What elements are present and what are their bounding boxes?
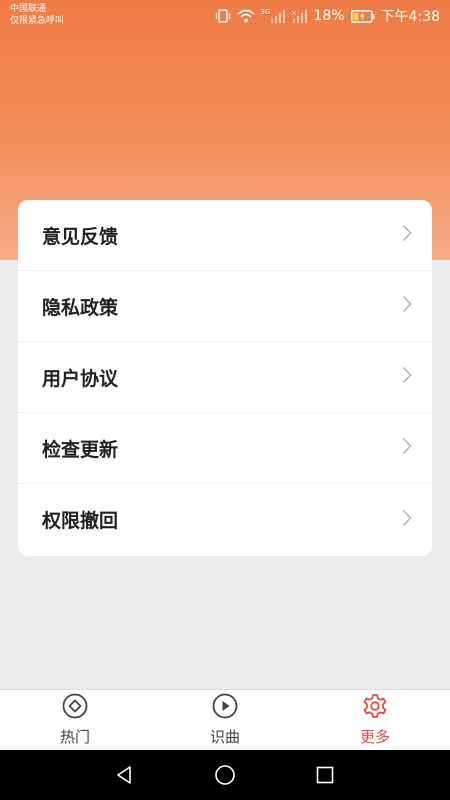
- carrier-info: 中国联通 仅限紧急呼叫: [10, 3, 64, 27]
- status-bar: 中国联通 仅限紧急呼叫 3G × 18% 下午4:38: [0, 0, 450, 32]
- status-icons: 3G × 18% 下午4:38: [215, 6, 440, 26]
- chevron-right-icon: [402, 295, 412, 317]
- signal-icon: 3G: [261, 9, 286, 23]
- menu-item-check-update[interactable]: 检查更新: [18, 413, 432, 484]
- chevron-right-icon: [402, 509, 412, 531]
- battery-level: 18%: [313, 8, 345, 24]
- no-signal-icon: ×: [291, 9, 308, 23]
- svg-text:×: ×: [291, 9, 297, 17]
- menu-item-user-agreement[interactable]: 用户协议: [18, 342, 432, 413]
- battery-charging-icon: [350, 9, 375, 23]
- tab-label: 识曲: [209, 728, 240, 746]
- chevron-right-icon: [402, 224, 412, 246]
- clock: 下午4:38: [380, 9, 440, 25]
- menu-item-privacy-policy[interactable]: 隐私政策: [18, 271, 432, 342]
- settings-menu: 意见反馈 隐私政策 用户协议 检查更新 权限撤回: [18, 200, 432, 556]
- menu-item-label: 检查更新: [42, 438, 119, 461]
- system-navigation-bar: [0, 750, 450, 800]
- recents-icon[interactable]: [305, 755, 345, 795]
- menu-item-label: 用户协议: [42, 367, 119, 390]
- tab-identify-song[interactable]: 识曲: [150, 690, 300, 750]
- tab-label: 热门: [59, 728, 90, 746]
- menu-item-label: 权限撤回: [42, 510, 119, 532]
- menu-item-feedback[interactable]: 意见反馈: [18, 200, 432, 271]
- carrier-name: 中国联通: [10, 4, 47, 14]
- chevron-right-icon: [402, 437, 412, 459]
- menu-item-label: 隐私政策: [42, 296, 119, 319]
- carrier-status: 仅限紧急呼叫: [10, 16, 65, 26]
- network-type: 3G: [260, 8, 271, 16]
- chevron-right-icon: [402, 366, 412, 388]
- menu-item-label: 意见反馈: [42, 225, 119, 248]
- compass-icon: [62, 693, 88, 723]
- tab-hot[interactable]: 热门: [0, 690, 150, 750]
- wifi-icon: [237, 9, 255, 23]
- menu-item-revoke-permissions[interactable]: 权限撤回: [18, 484, 432, 555]
- tab-label: 更多: [359, 728, 390, 746]
- bottom-tab-bar: 热门 识曲 更多: [0, 689, 450, 750]
- back-icon[interactable]: [105, 755, 145, 795]
- play-circle-icon: [212, 693, 238, 723]
- home-icon[interactable]: [205, 755, 245, 795]
- vibrate-icon: [215, 9, 231, 23]
- tab-more[interactable]: 更多: [300, 690, 450, 750]
- gear-icon: [362, 693, 388, 723]
